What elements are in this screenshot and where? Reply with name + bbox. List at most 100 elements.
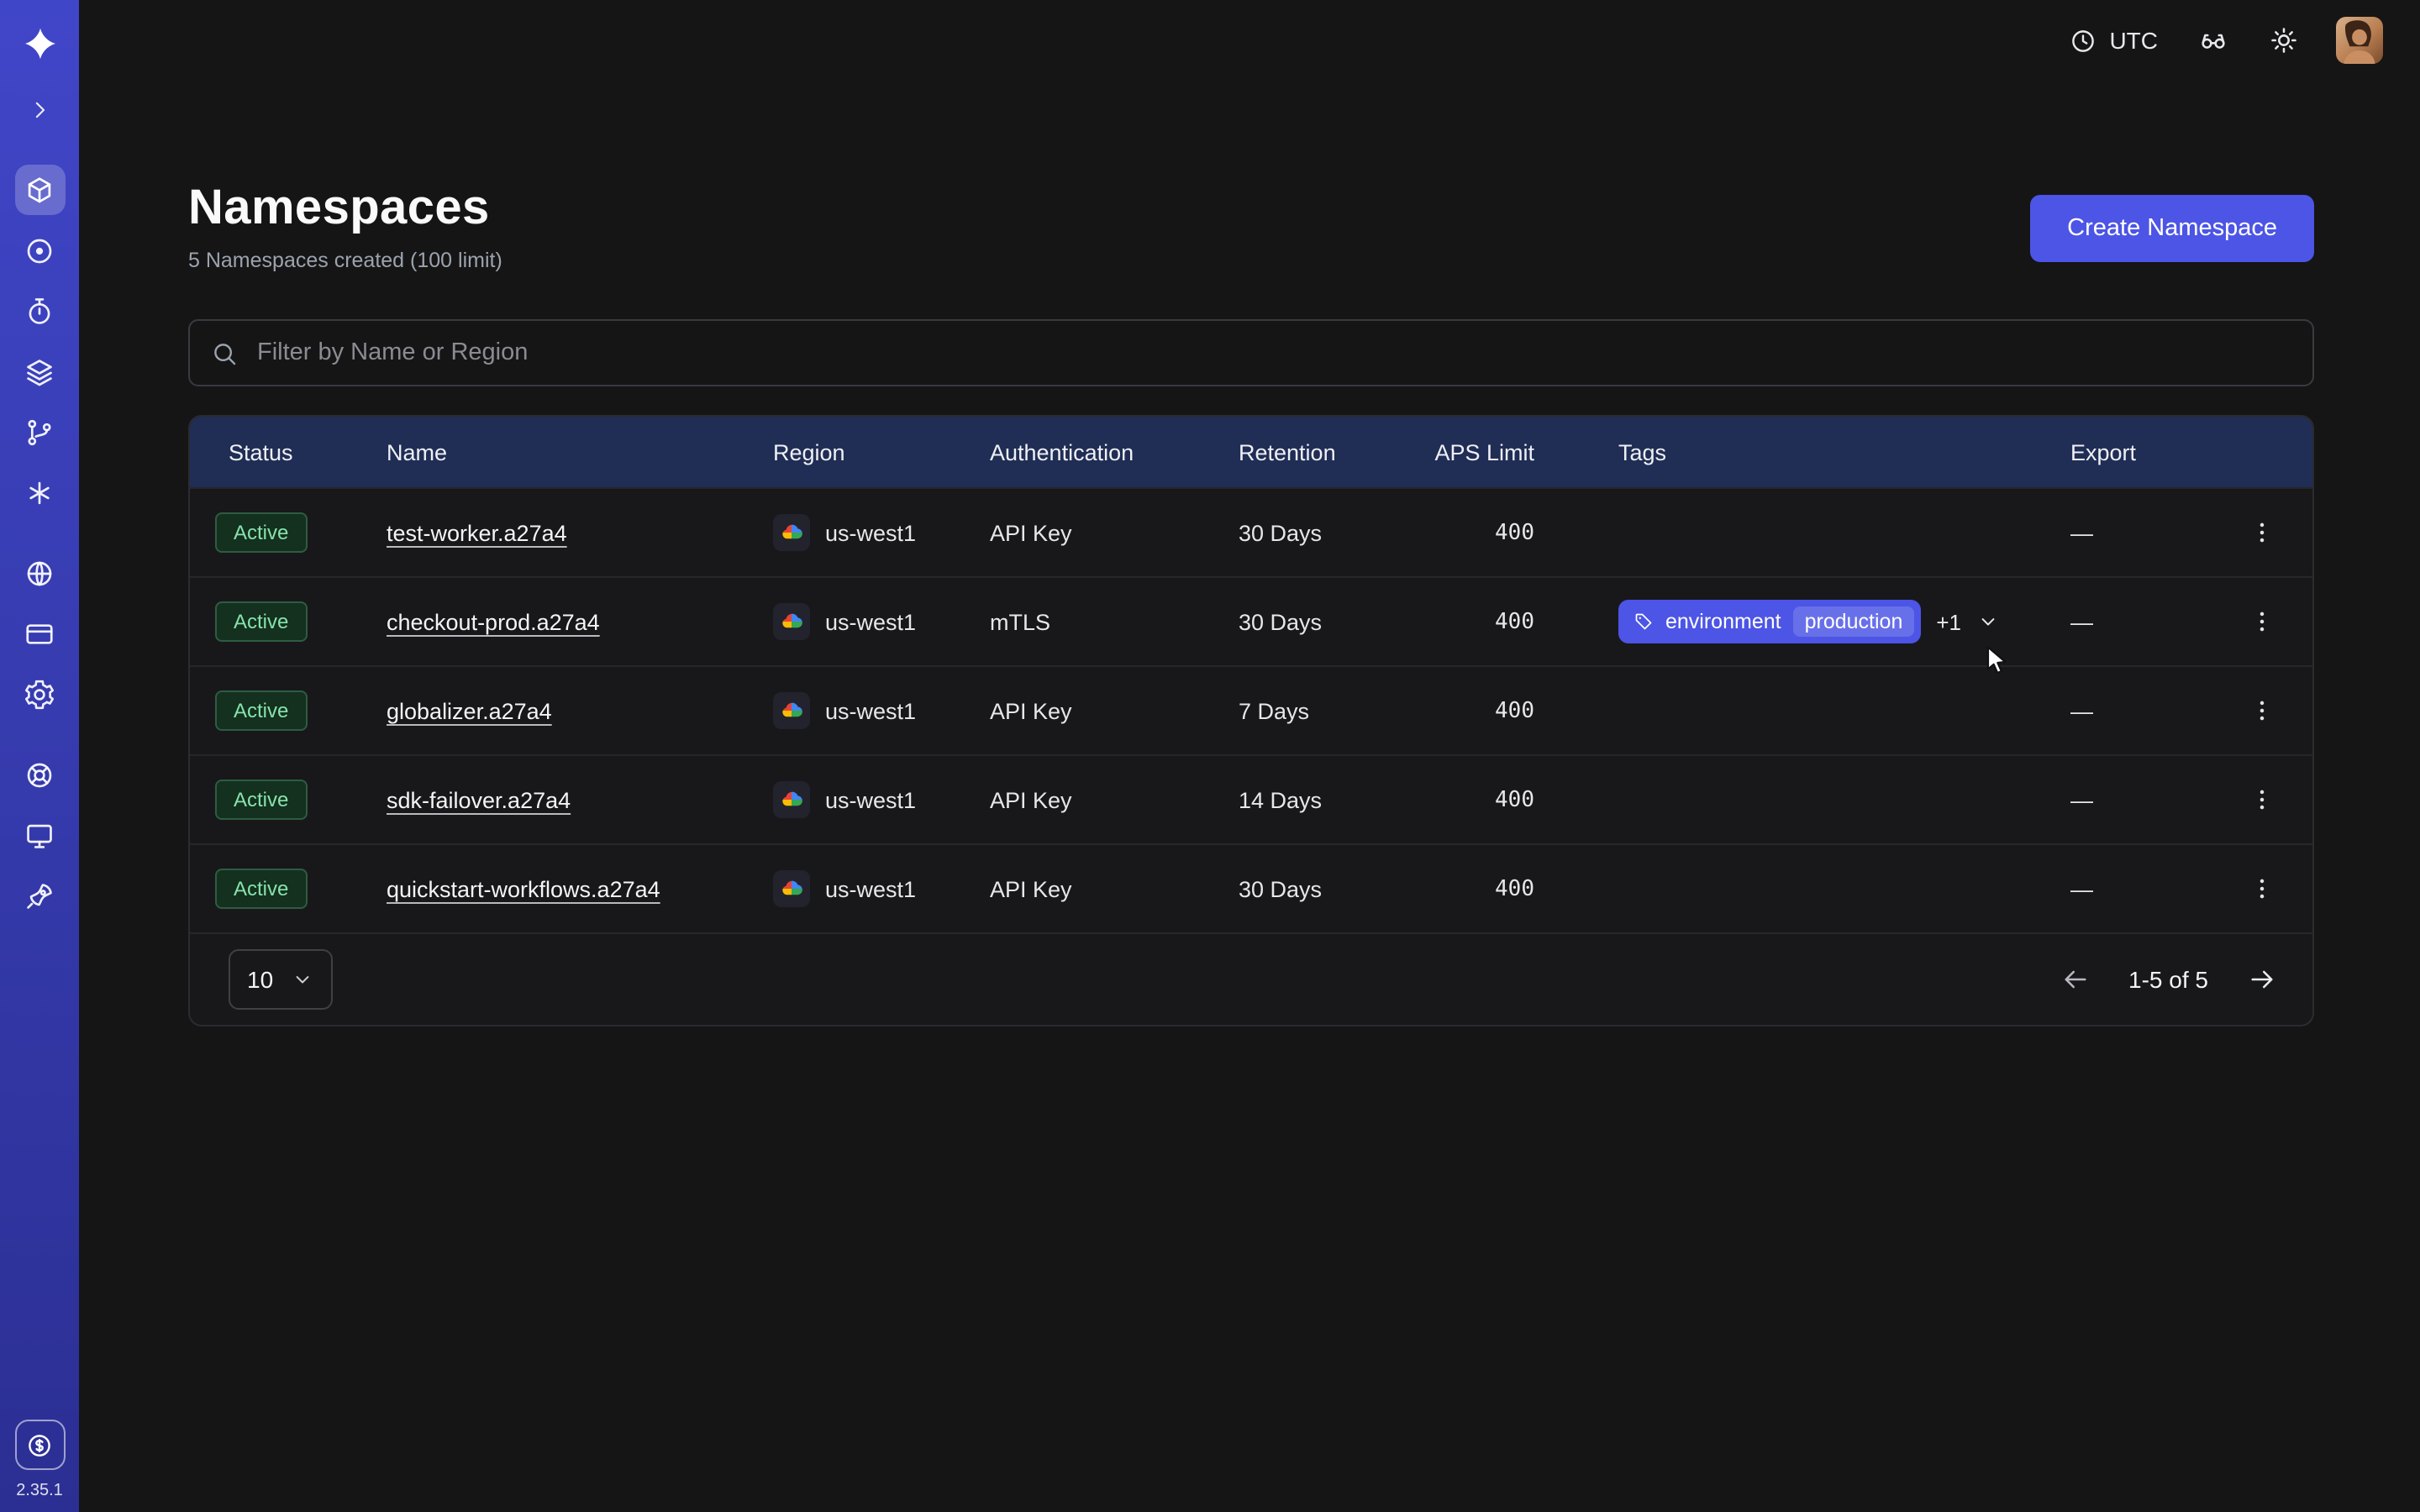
table-row[interactable]: Active sdk-failover.a27a4 us-west1 API K… [190, 754, 2312, 843]
tag-key: environment [1665, 610, 1781, 633]
aps-limit-value: 400 [1432, 609, 1561, 634]
sidebar-nav [14, 160, 65, 926]
namespace-link[interactable]: quickstart-workflows.a27a4 [387, 876, 660, 901]
temporal-logo-icon [18, 22, 61, 66]
sidebar-item-target[interactable] [14, 225, 65, 276]
gcp-cloud-icon [773, 514, 810, 551]
namespace-link[interactable]: globalizer.a27a4 [387, 698, 552, 723]
status-badge: Active [215, 601, 307, 642]
pagination-range: 1-5 of 5 [2128, 966, 2208, 993]
retention-label: 30 Days [1239, 520, 1432, 545]
main-content: Namespaces 5 Namespaces created (100 lim… [79, 181, 2420, 1026]
status-badge: Active [215, 780, 307, 820]
table-row[interactable]: Active globalizer.a27a4 us-west1 API Key… [190, 665, 2312, 754]
page-size-value: 10 [247, 966, 273, 993]
region-label: us-west1 [825, 876, 916, 901]
aps-limit-value: 400 [1432, 698, 1561, 723]
search-box [188, 319, 2314, 386]
table-row[interactable]: Active quickstart-workflows.a27a4 us-wes… [190, 843, 2312, 932]
aps-limit-value: 400 [1432, 520, 1561, 545]
table-header-row: Status Name Region Authentication Retent… [190, 417, 2312, 487]
sidebar-item-asterisk[interactable] [14, 467, 65, 517]
tag-more-count[interactable]: +1 [1936, 609, 1961, 634]
sidebar-item-billing[interactable] [14, 608, 65, 659]
page-subtitle: 5 Namespaces created (100 limit) [188, 249, 502, 272]
clock-icon [2069, 26, 2097, 55]
auth-label: API Key [990, 787, 1239, 812]
sidebar-expand-button[interactable] [19, 89, 60, 129]
timezone-label: UTC [2109, 27, 2158, 54]
sidebar: 2.35.1 [0, 0, 79, 1512]
table-footer: 10 1-5 of 5 [190, 932, 2312, 1025]
topbar: UTC [79, 0, 2420, 81]
retention-label: 30 Days [1239, 609, 1432, 634]
namespaces-table: Status Name Region Authentication Retent… [188, 415, 2314, 1026]
page-title: Namespaces [188, 181, 502, 237]
timezone-button[interactable]: UTC [2055, 12, 2171, 69]
region-label: us-west1 [825, 787, 916, 812]
status-badge: Active [215, 690, 307, 731]
sidebar-item-settings[interactable] [14, 669, 65, 719]
col-header-auth: Authentication [990, 439, 1239, 465]
arrow-right-icon [2247, 964, 2277, 995]
arrow-left-icon [2060, 964, 2090, 995]
sidebar-item-getting-started[interactable] [14, 870, 65, 921]
next-page-button[interactable] [2238, 956, 2286, 1003]
chevron-down-icon [291, 968, 314, 991]
export-value: — [2015, 787, 2218, 812]
row-actions-button[interactable] [2238, 509, 2286, 556]
row-actions-button[interactable] [2238, 598, 2286, 645]
glasses-icon [2198, 25, 2228, 55]
status-badge: Active [215, 869, 307, 909]
auth-label: mTLS [990, 609, 1239, 634]
col-header-name: Name [387, 439, 773, 465]
row-actions-button[interactable] [2238, 865, 2286, 912]
table-row[interactable]: Active test-worker.a27a4 us-west1 API Ke… [190, 487, 2312, 576]
sidebar-item-regions[interactable] [14, 548, 65, 598]
retention-label: 30 Days [1239, 876, 1432, 901]
sidebar-item-nexus[interactable] [14, 407, 65, 457]
export-value: — [2015, 520, 2218, 545]
search-input[interactable] [254, 338, 2292, 368]
col-header-aps: APS Limit [1432, 439, 1561, 465]
user-avatar[interactable] [2336, 17, 2383, 64]
tag-expand-chevron[interactable] [1976, 610, 2000, 633]
export-value: — [2015, 698, 2218, 723]
version-label: 2.35.1 [16, 1482, 63, 1500]
sidebar-item-support[interactable] [14, 749, 65, 800]
namespace-link[interactable]: sdk-failover.a27a4 [387, 787, 571, 812]
glasses-button[interactable] [2185, 12, 2242, 69]
tag-icon [1634, 612, 1654, 632]
tag-chip[interactable]: environment production [1618, 600, 1921, 643]
prev-page-button[interactable] [2051, 956, 2098, 1003]
col-header-status: Status [229, 439, 387, 465]
table-row[interactable]: Active checkout-prod.a27a4 us-west1 mTLS… [190, 576, 2312, 665]
namespace-link[interactable]: checkout-prod.a27a4 [387, 609, 600, 634]
tag-value: production [1793, 606, 1915, 637]
sidebar-item-docs[interactable] [14, 810, 65, 860]
status-badge: Active [215, 512, 307, 553]
row-actions-button[interactable] [2238, 776, 2286, 823]
page-header: Namespaces 5 Namespaces created (100 lim… [188, 181, 2314, 272]
sidebar-item-schedules[interactable] [14, 286, 65, 336]
usage-dollar-icon [25, 1431, 54, 1459]
namespace-link[interactable]: test-worker.a27a4 [387, 520, 567, 545]
sidebar-item-namespaces[interactable] [14, 165, 65, 215]
sun-icon [2269, 25, 2299, 55]
gcp-cloud-icon [773, 870, 810, 907]
create-namespace-button[interactable]: Create Namespace [2030, 195, 2314, 262]
page-size-select[interactable]: 10 [229, 949, 333, 1010]
theme-toggle-button[interactable] [2255, 12, 2312, 69]
sidebar-item-layers[interactable] [14, 346, 65, 396]
export-value: — [2015, 609, 2218, 634]
auth-label: API Key [990, 876, 1239, 901]
table-body: Active test-worker.a27a4 us-west1 API Ke… [190, 487, 2312, 932]
usage-button[interactable] [14, 1420, 65, 1470]
col-header-export: Export [2015, 439, 2218, 465]
region-label: us-west1 [825, 520, 916, 545]
row-actions-button[interactable] [2238, 687, 2286, 734]
col-header-tags: Tags [1561, 439, 2015, 465]
region-label: us-west1 [825, 609, 916, 634]
gcp-cloud-icon [773, 692, 810, 729]
retention-label: 14 Days [1239, 787, 1432, 812]
